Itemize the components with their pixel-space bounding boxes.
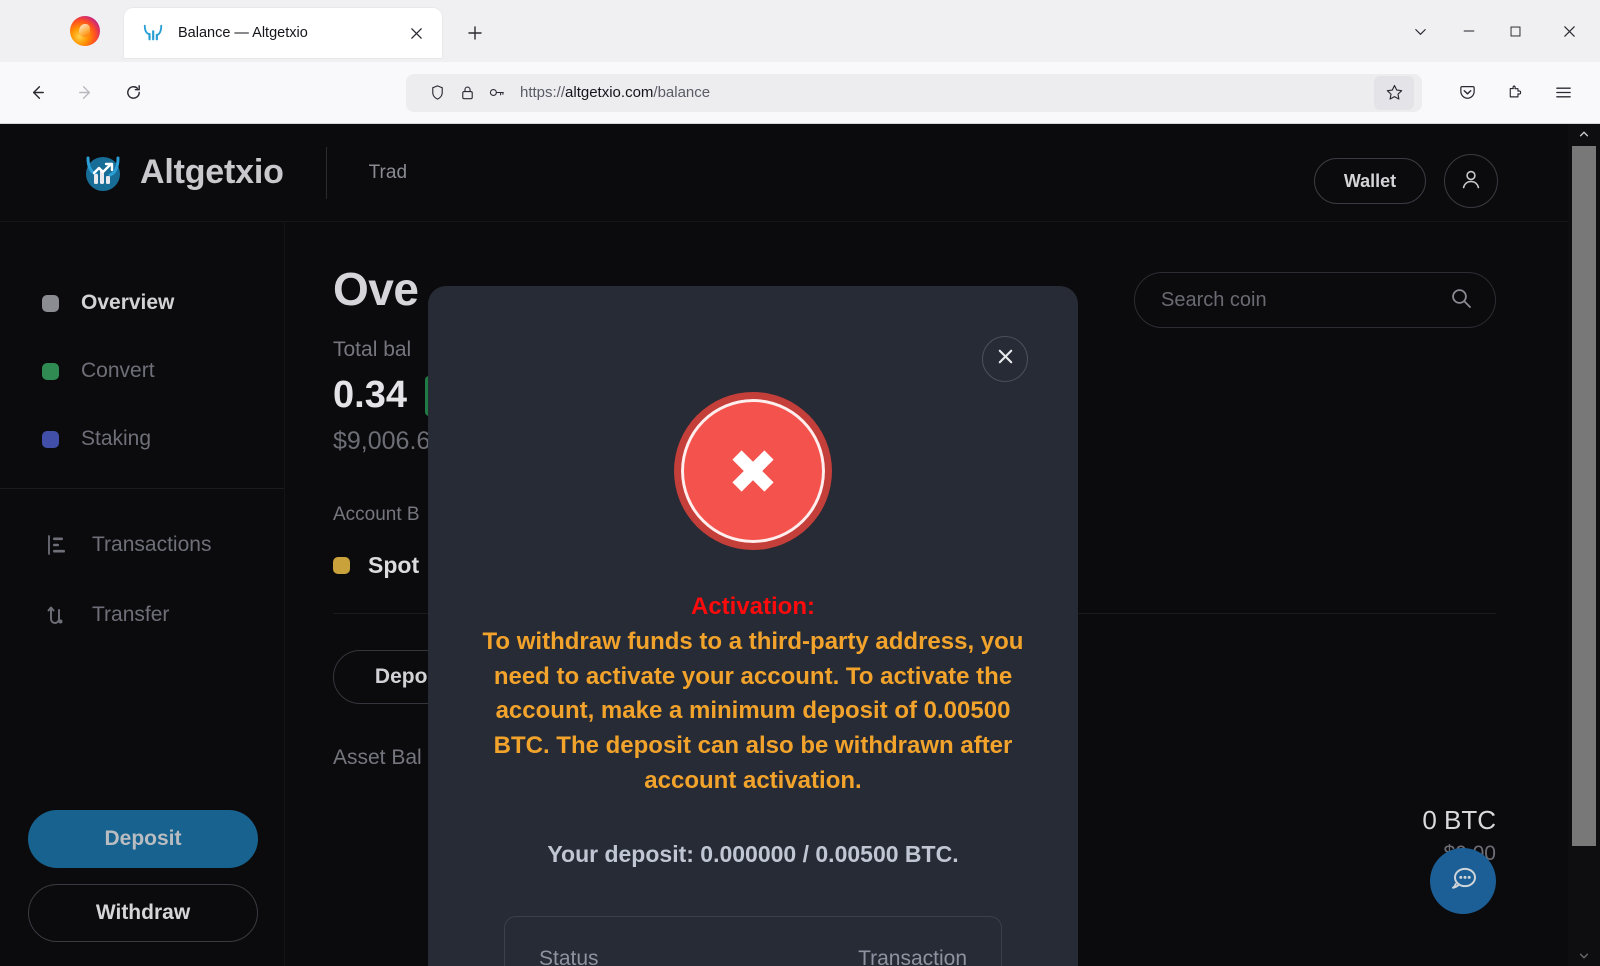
sidebar-divider [0, 488, 284, 489]
spot-dot-icon [333, 557, 350, 574]
minimize-button[interactable] [1446, 0, 1492, 62]
activation-text: To withdraw funds to a third-party addre… [482, 627, 1024, 794]
bookmark-star-icon[interactable] [1374, 75, 1414, 110]
key-icon[interactable] [482, 84, 512, 101]
browser-window: Balance — Altgetxio https://altgetxio.co… [0, 0, 1600, 966]
address-bar[interactable]: https://altgetxio.com/balance [406, 73, 1422, 112]
sidebar-actions: Deposit Withdraw [28, 810, 258, 942]
browser-tab[interactable]: Balance — Altgetxio [124, 8, 442, 58]
header-actions: Wallet [1314, 154, 1498, 208]
toolbar-right [1440, 75, 1584, 111]
search-coin-input[interactable]: Search coin [1134, 272, 1496, 328]
convert-dot-icon [42, 362, 59, 380]
modal-body: Activation: To withdraw funds to a third… [428, 590, 1078, 966]
sidebar-item-label: Overview [81, 291, 175, 314]
search-wrapper: Search coin [1134, 272, 1496, 328]
scroll-down-arrow-icon[interactable] [1568, 946, 1600, 966]
sidebar-item-label: Transfer [92, 603, 170, 626]
tab-close-icon[interactable] [402, 19, 430, 47]
extensions-icon[interactable] [1494, 75, 1536, 111]
th-transaction-id: Transaction ID [858, 946, 967, 966]
brand-name: Altgetxio [140, 153, 284, 191]
wallet-button[interactable]: Wallet [1314, 158, 1426, 204]
list-all-tabs-icon[interactable] [1394, 0, 1446, 62]
page-scrollbar[interactable] [1568, 124, 1600, 966]
navigation-toolbar: https://altgetxio.com/balance [0, 62, 1600, 124]
search-placeholder: Search coin [1161, 288, 1267, 311]
spot-btc-amount: 0 BTC [1422, 805, 1496, 835]
modal-close-button[interactable] [982, 336, 1028, 382]
altgetxio-favicon-icon [142, 22, 164, 44]
page-viewport: Altgetxio Trad Wallet Overview Convert S… [0, 124, 1600, 966]
chat-support-button[interactable] [1430, 848, 1496, 914]
user-icon [1458, 166, 1484, 197]
scroll-up-arrow-icon[interactable] [1568, 124, 1600, 144]
site-header: Altgetxio Trad Wallet [0, 124, 1568, 222]
chat-bubble-icon [1446, 862, 1480, 901]
window-close-button[interactable] [1538, 0, 1600, 62]
sidebar-item-label: Transactions [92, 533, 212, 556]
sidebar-deposit-button[interactable]: Deposit [28, 810, 258, 868]
header-divider [325, 146, 327, 199]
scrollbar-thumb[interactable] [1572, 146, 1596, 846]
nav-link-trade[interactable]: Trad [369, 162, 407, 184]
staking-dot-icon [42, 430, 59, 448]
reload-button[interactable] [112, 75, 154, 111]
transfer-icon [42, 601, 72, 629]
sidebar-withdraw-button[interactable]: Withdraw [28, 884, 258, 942]
firefox-logo-icon [70, 16, 100, 46]
error-cross-icon [674, 392, 832, 550]
lock-icon[interactable] [452, 84, 482, 101]
spot-label: Spot [368, 552, 420, 578]
account-avatar-button[interactable] [1444, 154, 1498, 208]
sidebar-item-label: Staking [81, 427, 152, 450]
window-controls [1394, 0, 1600, 62]
sidebar-item-staking[interactable]: Staking [0, 418, 284, 460]
sidebar: Overview Convert Staking Transactions Tr… [0, 222, 285, 966]
sidebar-item-overview[interactable]: Overview [0, 282, 284, 324]
tab-title: Balance — Altgetxio [178, 25, 308, 41]
tab-strip: Balance — Altgetxio [0, 0, 1600, 62]
new-tab-button[interactable] [458, 16, 492, 50]
search-icon[interactable] [1449, 286, 1473, 315]
sidebar-item-transactions[interactable]: Transactions [0, 523, 284, 567]
list-icon [42, 531, 72, 559]
maximize-button[interactable] [1492, 0, 1538, 62]
altgetxio-logo-icon [80, 150, 126, 196]
sidebar-item-label: Convert [81, 359, 155, 382]
overview-dot-icon [42, 294, 59, 312]
app-menu-icon[interactable] [1542, 75, 1584, 111]
brand-logo[interactable]: Altgetxio [80, 150, 284, 196]
close-icon [995, 346, 1016, 372]
status-table-header: Status Transaction ID [539, 947, 967, 966]
th-status: Status [539, 946, 599, 966]
shield-icon[interactable] [422, 84, 452, 101]
url-text: https://altgetxio.com/balance [520, 84, 711, 101]
total-balance-value: 0.34 [333, 374, 407, 416]
activation-error-modal: Activation: To withdraw funds to a third… [428, 286, 1078, 966]
back-button[interactable] [16, 75, 58, 111]
forward-button[interactable] [64, 75, 106, 111]
pocket-save-icon[interactable] [1446, 75, 1488, 111]
sidebar-item-transfer[interactable]: Transfer [0, 593, 284, 637]
status-card: Status Transaction ID Error not created [504, 915, 1002, 966]
sidebar-item-convert[interactable]: Convert [0, 350, 284, 392]
activation-title: Activation: [690, 593, 815, 620]
your-deposit-text: Your deposit: 0.000000 / 0.00500 BTC. [547, 840, 959, 867]
